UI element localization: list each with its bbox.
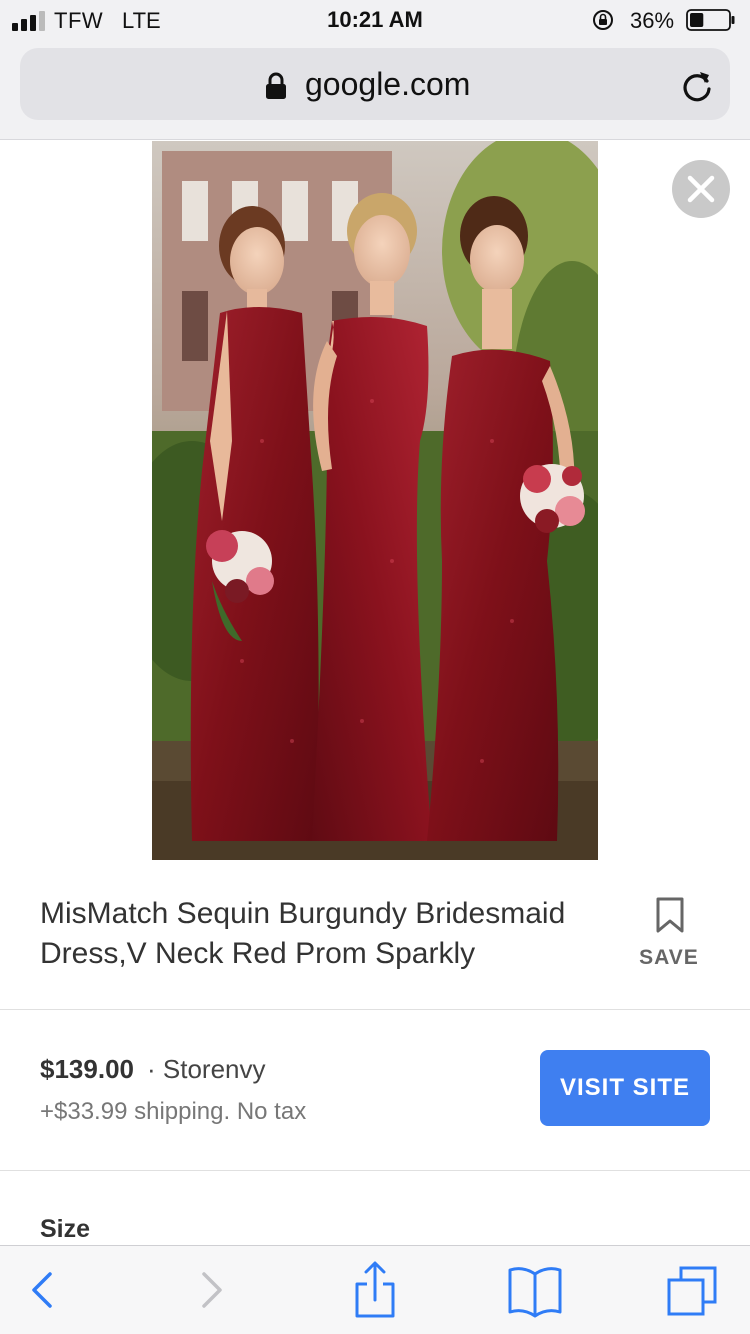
browser-toolbar (0, 1245, 750, 1334)
size-heading: Size (40, 1215, 91, 1243)
address-bar[interactable]: google.com (20, 48, 730, 120)
divider (0, 1170, 750, 1171)
status-bar: TFW LTE 10:21 AM 36% (0, 0, 750, 40)
battery-percent: 36% (630, 8, 675, 33)
visit-site-button[interactable]: VISIT SITE (540, 1050, 710, 1126)
address-bar-area: google.com (0, 40, 750, 140)
bookmark-icon (656, 897, 684, 933)
url-text: google.com (305, 66, 471, 102)
seller-name: · Storenvy (147, 1054, 266, 1084)
battery-icon (686, 9, 735, 31)
product-title: MisMatch Sequin Burgundy Bridesmaid Dres… (40, 897, 566, 970)
save-label: SAVE (639, 946, 699, 969)
close-icon (687, 175, 715, 203)
chevron-left-icon[interactable] (14, 1260, 74, 1320)
orientation-lock-icon (593, 10, 613, 30)
lock-icon (266, 72, 286, 99)
tabs-icon[interactable] (665, 1260, 725, 1320)
product-image[interactable] (152, 141, 598, 860)
close-button[interactable] (672, 160, 730, 218)
shipping-info: +$33.99 shipping. No tax (40, 1098, 307, 1125)
price: $139.00 (40, 1054, 134, 1084)
reload-icon[interactable] (680, 68, 714, 102)
open-book-icon[interactable] (505, 1260, 565, 1320)
share-icon[interactable] (345, 1260, 405, 1320)
divider (0, 1009, 750, 1010)
chevron-right-icon[interactable] (180, 1260, 240, 1320)
save-button[interactable]: SAVE (630, 894, 708, 974)
